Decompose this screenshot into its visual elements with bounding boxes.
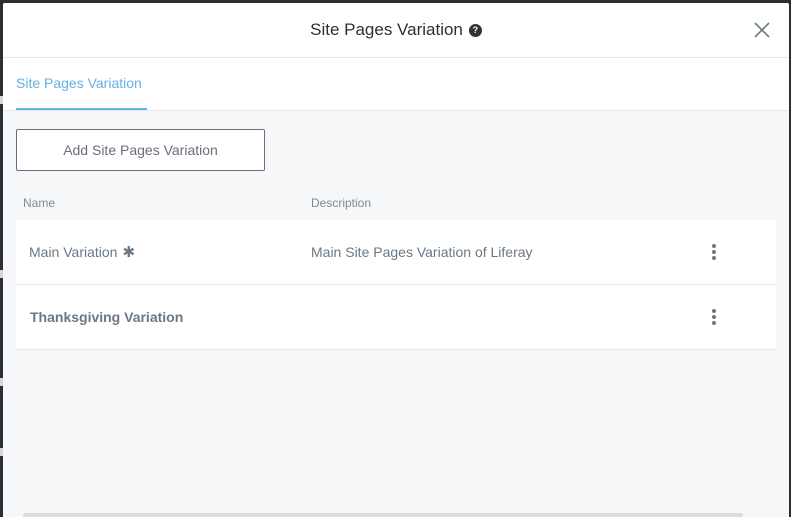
variation-description: Main Site Pages Variation of Liferay	[311, 244, 533, 260]
table-header: Name Description	[16, 193, 776, 219]
close-icon	[754, 22, 770, 38]
variation-name-cell: Main Variation ✱	[29, 220, 135, 284]
kebab-dot	[712, 315, 716, 319]
default-star-icon: ✱	[122, 243, 136, 261]
horizontal-scrollbar[interactable]	[23, 513, 743, 517]
nav-tabs: Site Pages Variation	[3, 58, 789, 111]
kebab-dot	[712, 244, 716, 248]
variation-name: Thanksgiving Variation	[30, 309, 184, 325]
help-icon[interactable]: ?	[468, 23, 482, 37]
kebab-dot	[712, 256, 716, 260]
kebab-dot	[712, 250, 716, 254]
column-header-name: Name	[23, 196, 56, 210]
variation-name-cell: Thanksgiving Variation	[30, 285, 183, 349]
modal-header: Site Pages Variation ?	[3, 3, 789, 58]
tab-site-pages-variation[interactable]: Site Pages Variation	[16, 58, 147, 110]
modal-title: Site Pages Variation	[310, 20, 463, 39]
row-actions-button[interactable]	[706, 307, 722, 327]
variation-name: Main Variation	[29, 244, 118, 260]
kebab-dot	[712, 309, 716, 313]
table-row: Thanksgiving Variation	[16, 285, 776, 350]
column-header-description: Description	[311, 196, 372, 210]
close-button[interactable]	[753, 21, 771, 39]
modal-title-wrap: Site Pages Variation ?	[3, 3, 789, 57]
table-row: Main Variation ✱ Main Site Pages Variati…	[16, 220, 776, 285]
add-site-pages-variation-button[interactable]: Add Site Pages Variation	[16, 129, 265, 171]
kebab-dot	[712, 321, 716, 325]
row-actions-button[interactable]	[706, 242, 722, 262]
site-pages-variation-modal: Site Pages Variation ? Site Pages Variat…	[3, 3, 789, 517]
